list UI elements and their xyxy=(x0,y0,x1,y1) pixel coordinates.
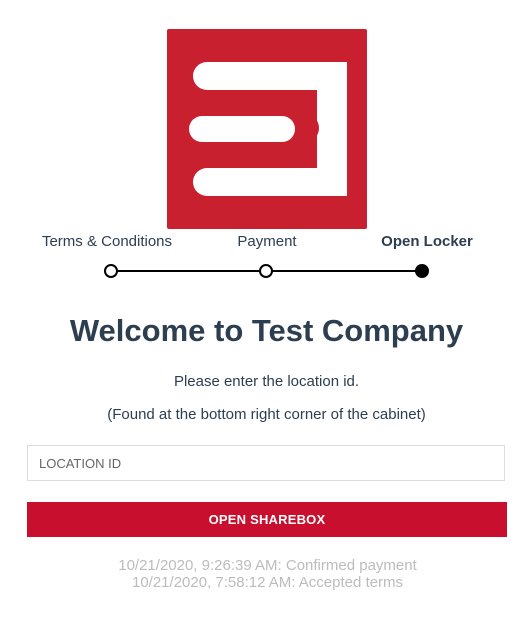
activity-log: 10/21/2020, 9:26:39 AM: Confirmed paymen… xyxy=(0,557,525,591)
progress-steps: Terms & Conditions Payment Open Locker xyxy=(0,233,525,253)
log-entry: 10/21/2020, 9:26:39 AM: Confirmed paymen… xyxy=(118,557,417,574)
open-sharebox-button[interactable]: OPEN SHAREBOX xyxy=(27,502,507,537)
instruction-hint: (Found at the bottom right corner of the… xyxy=(107,406,426,423)
log-entry: 10/21/2020, 7:58:12 AM: Accepted terms xyxy=(131,574,403,591)
step-payment-label: Payment xyxy=(237,233,297,250)
step-open-locker-marker xyxy=(415,264,429,278)
instruction-text: Please enter the location id. xyxy=(173,373,360,390)
brand-logo-icon xyxy=(167,29,367,229)
step-payment-marker xyxy=(259,264,273,278)
page-title: Welcome to Test Company xyxy=(69,313,464,348)
step-terms-marker xyxy=(104,264,118,278)
step-open-locker-label: Open Locker xyxy=(381,233,473,250)
step-terms-label: Terms & Conditions xyxy=(41,233,173,250)
location-id-input[interactable] xyxy=(27,445,505,481)
